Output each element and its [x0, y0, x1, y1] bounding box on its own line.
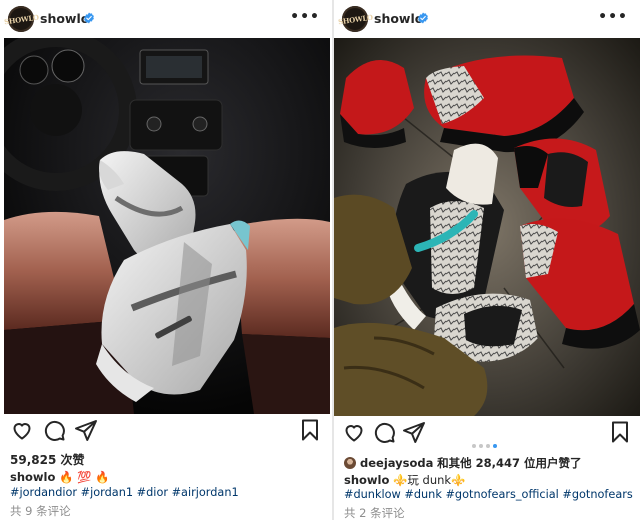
action-bar [334, 420, 640, 450]
carousel-dot-active [493, 444, 497, 448]
avatar-logo: SHOWLO [3, 12, 39, 26]
view-comments-link[interactable]: 共 2 条评论 [344, 505, 405, 521]
liker-username[interactable]: deejaysoda [360, 456, 433, 470]
liker-avatar[interactable] [344, 457, 356, 469]
view-comments-link[interactable]: 共 9 条评论 [10, 503, 71, 519]
comment-icon[interactable] [42, 418, 66, 442]
post-username[interactable]: showlo [374, 11, 423, 26]
caption-text: ⚜️玩 dunk⚜️ [393, 473, 466, 487]
post-caption: showlo ⚜️玩 dunk⚜️ [344, 472, 465, 488]
post-card-1: SHOWLO showlo ••• 59,825 次赞 showlo 🔥 💯 🔥… [0, 0, 332, 520]
like-count[interactable]: 59,825 次赞 [10, 451, 85, 468]
dunk-circle-photo [334, 38, 640, 416]
verified-badge-icon [418, 12, 428, 24]
profile-avatar[interactable]: SHOWLO [337, 6, 373, 32]
heart-icon[interactable] [342, 420, 366, 444]
more-options-icon[interactable]: ••• [290, 9, 320, 25]
sneaker-car-photo [4, 38, 330, 414]
share-icon[interactable] [74, 418, 98, 442]
heart-icon[interactable] [10, 418, 34, 442]
carousel-dot [472, 444, 476, 448]
bookmark-icon[interactable] [298, 418, 322, 442]
post-header: SHOWLO showlo ••• [0, 0, 332, 38]
post-photo[interactable] [4, 38, 330, 414]
hashtags[interactable]: #jordandior #jordan1 #dior #airjordan1 [10, 486, 239, 499]
hashtags[interactable]: #dunklow #dunk #gotnofears_official #got… [344, 488, 633, 501]
action-bar [0, 418, 332, 448]
caption-username[interactable]: showlo [10, 470, 55, 484]
post-header: SHOWLO showlo ••• [334, 0, 640, 38]
more-options-icon[interactable]: ••• [598, 9, 628, 25]
post-caption: showlo 🔥 💯 🔥 [10, 470, 109, 484]
bookmark-icon[interactable] [608, 420, 632, 444]
caption-username[interactable]: showlo [344, 473, 389, 487]
carousel-dot [479, 444, 483, 448]
caption-text: 🔥 💯 🔥 [59, 470, 110, 484]
post-photo[interactable] [334, 38, 640, 416]
avatar-logo: SHOWLO [337, 12, 373, 26]
carousel-indicator [472, 433, 500, 452]
verified-badge-icon [84, 12, 94, 24]
liked-by-count[interactable]: 和其他 28,447 位用户赞了 [437, 456, 581, 470]
liked-by: deejaysoda 和其他 28,447 位用户赞了 [344, 455, 581, 471]
comment-icon[interactable] [372, 420, 396, 444]
post-card-2: SHOWLO showlo ••• deejaysoda 和其他 28,447 … [334, 0, 640, 520]
profile-avatar[interactable]: SHOWLO [3, 6, 39, 32]
share-icon[interactable] [402, 420, 426, 444]
post-username[interactable]: showlo [40, 11, 89, 26]
carousel-dot [486, 444, 490, 448]
